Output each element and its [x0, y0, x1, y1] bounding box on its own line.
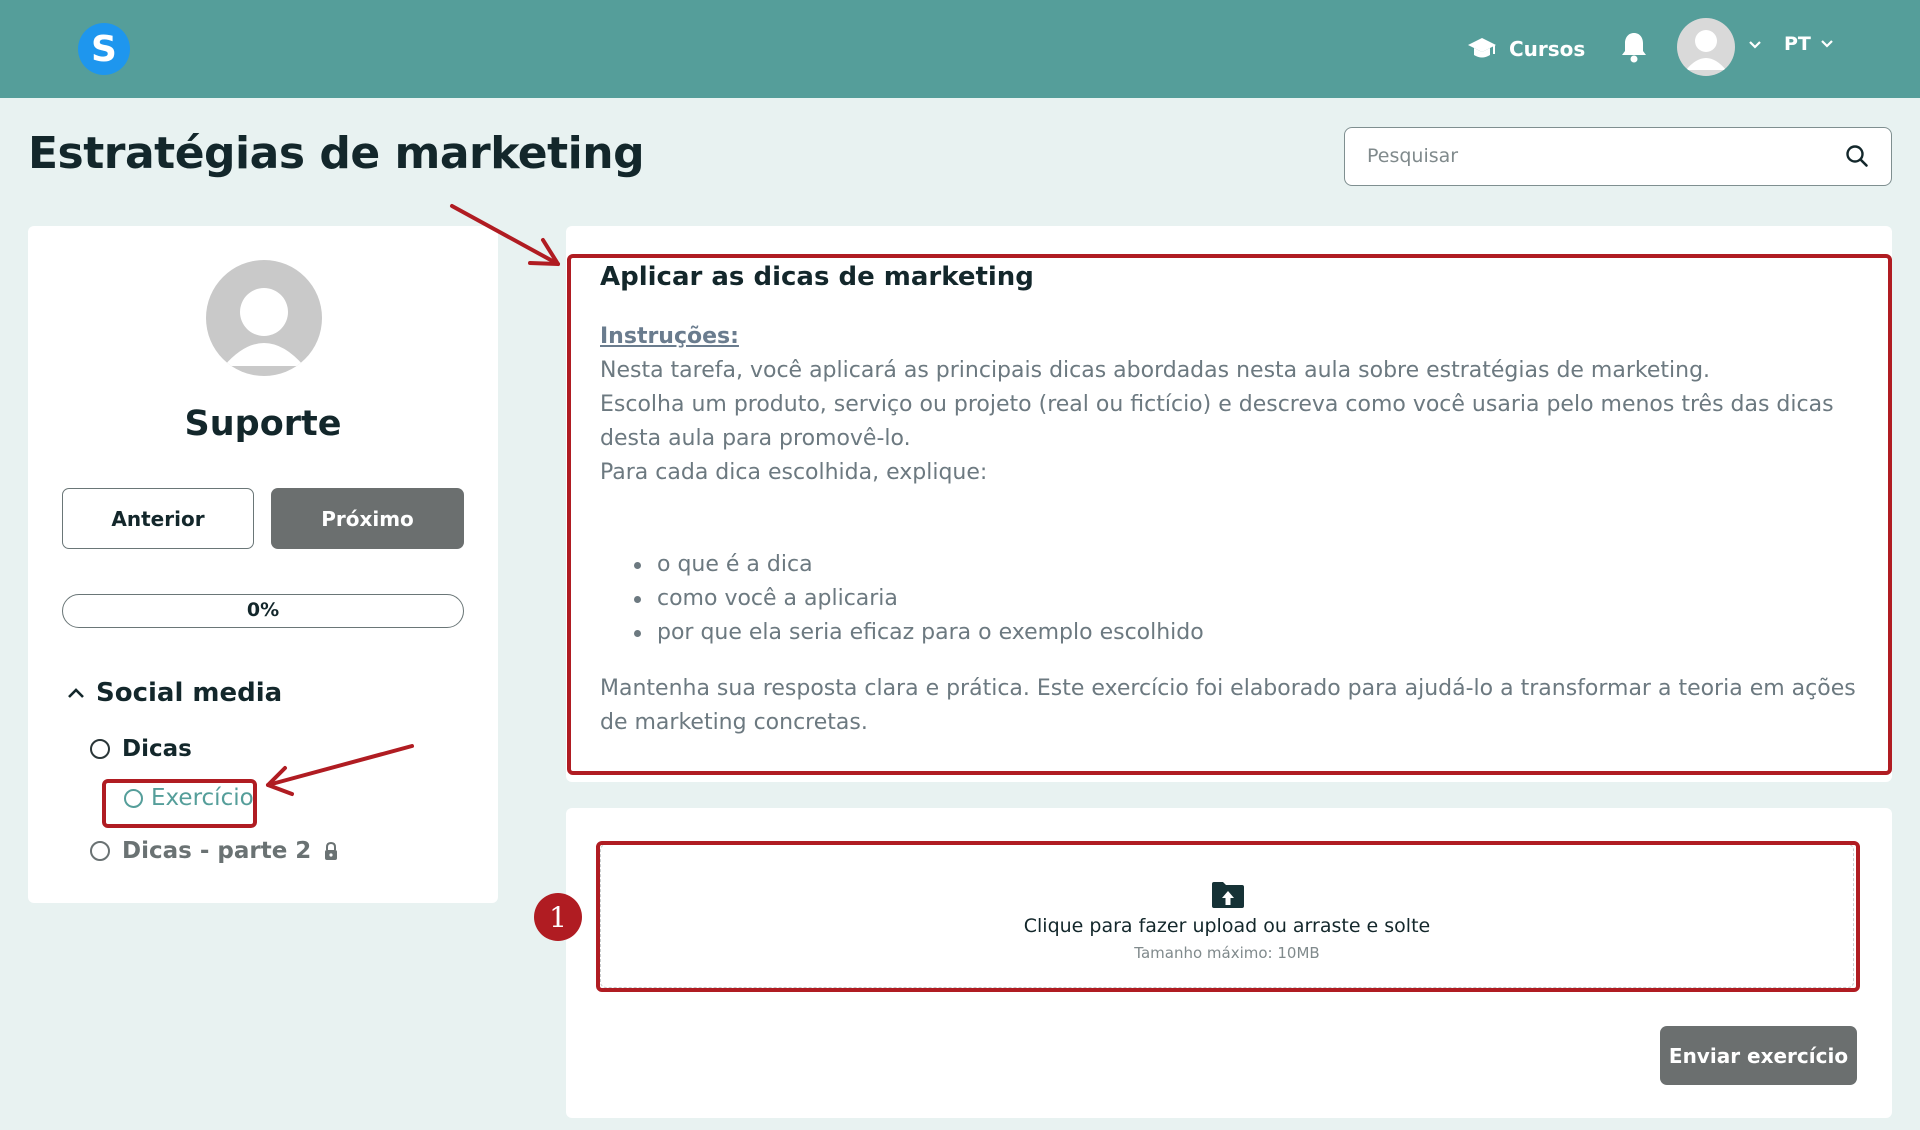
- list-item: por que ela seria eficaz para o exemplo …: [634, 616, 1860, 650]
- lock-icon: [325, 841, 338, 860]
- instruction-paragraph: Para cada dica escolhida, explique:: [600, 460, 988, 485]
- task-content: Aplicar as dicas de marketing Instruções…: [600, 262, 1860, 740]
- task-card: Aplicar as dicas de marketing Instruções…: [566, 226, 1892, 782]
- lesson-item-label: Dicas: [122, 736, 192, 762]
- user-avatar[interactable]: [1677, 18, 1735, 76]
- next-button[interactable]: Próximo: [271, 488, 464, 549]
- instructor-avatar: [206, 260, 322, 376]
- graduation-cap-icon: [1468, 38, 1496, 58]
- status-circle-icon: [90, 739, 110, 759]
- instructions-label: Instruções:: [600, 324, 739, 349]
- language-label: PT: [1784, 33, 1811, 55]
- top-navigation-bar: S Cursos PT: [0, 0, 1920, 98]
- chevron-down-icon[interactable]: [1747, 38, 1763, 52]
- lesson-item-exercicio[interactable]: Exercício: [124, 785, 254, 811]
- instruction-paragraph: Escolha um produto, serviço ou projeto (…: [600, 392, 1834, 451]
- upload-dropzone[interactable]: Clique para fazer upload ou arraste e so…: [600, 844, 1854, 988]
- lesson-item-dicas[interactable]: Dicas: [90, 736, 192, 762]
- language-selector[interactable]: PT: [1784, 33, 1835, 55]
- section-title: Social media: [96, 678, 283, 708]
- task-title: Aplicar as dicas de marketing: [600, 262, 1034, 292]
- previous-button[interactable]: Anterior: [62, 488, 254, 549]
- nav-courses-label: Cursos: [1509, 37, 1586, 61]
- user-silhouette-icon: [224, 288, 304, 366]
- section-toggle-social-media[interactable]: Social media: [66, 678, 282, 708]
- closing-paragraph: Mantenha sua resposta clara e prática. E…: [600, 676, 1856, 735]
- user-silhouette-icon: [1686, 30, 1726, 70]
- list-item: o que é a dica: [634, 548, 1860, 582]
- list-item: como você a aplicaria: [634, 582, 1860, 616]
- submit-exercise-button[interactable]: Enviar exercício: [1660, 1026, 1857, 1085]
- progress-bar: 0%: [62, 594, 464, 628]
- upload-size-limit: Tamanho máximo: 10MB: [1134, 944, 1320, 962]
- folder-upload-icon: [1212, 882, 1244, 908]
- progress-label: 0%: [246, 599, 280, 621]
- search-input[interactable]: [1367, 128, 1837, 184]
- tips-list: o que é a dica como você a aplicaria por…: [634, 548, 1860, 650]
- page-title: Estratégias de marketing: [28, 128, 645, 179]
- lesson-item-label: Dicas - parte 2: [122, 838, 312, 864]
- bell-icon[interactable]: [1620, 31, 1648, 63]
- step-badge: 1: [534, 893, 582, 941]
- nav-courses-link[interactable]: Cursos: [1467, 31, 1585, 67]
- instructor-name: Suporte: [184, 404, 342, 444]
- chevron-up-icon: [68, 688, 84, 698]
- upload-card: Clique para fazer upload ou arraste e so…: [566, 808, 1892, 1118]
- search-box: [1344, 127, 1892, 186]
- instruction-paragraph: Nesta tarefa, você aplicará as principai…: [600, 358, 1711, 383]
- status-circle-icon: [90, 841, 110, 861]
- app-logo[interactable]: S: [78, 23, 130, 75]
- status-circle-icon: [124, 788, 143, 808]
- lesson-item-label: Exercício: [151, 785, 254, 811]
- chevron-down-icon: [1821, 40, 1833, 48]
- lesson-sidebar: Suporte Anterior Próximo 0% Social media…: [28, 226, 498, 903]
- upload-instructions: Clique para fazer upload ou arraste e so…: [1023, 915, 1431, 937]
- lesson-item-dicas-parte-2[interactable]: Dicas - parte 2: [90, 838, 339, 864]
- search-icon[interactable]: [1845, 144, 1869, 168]
